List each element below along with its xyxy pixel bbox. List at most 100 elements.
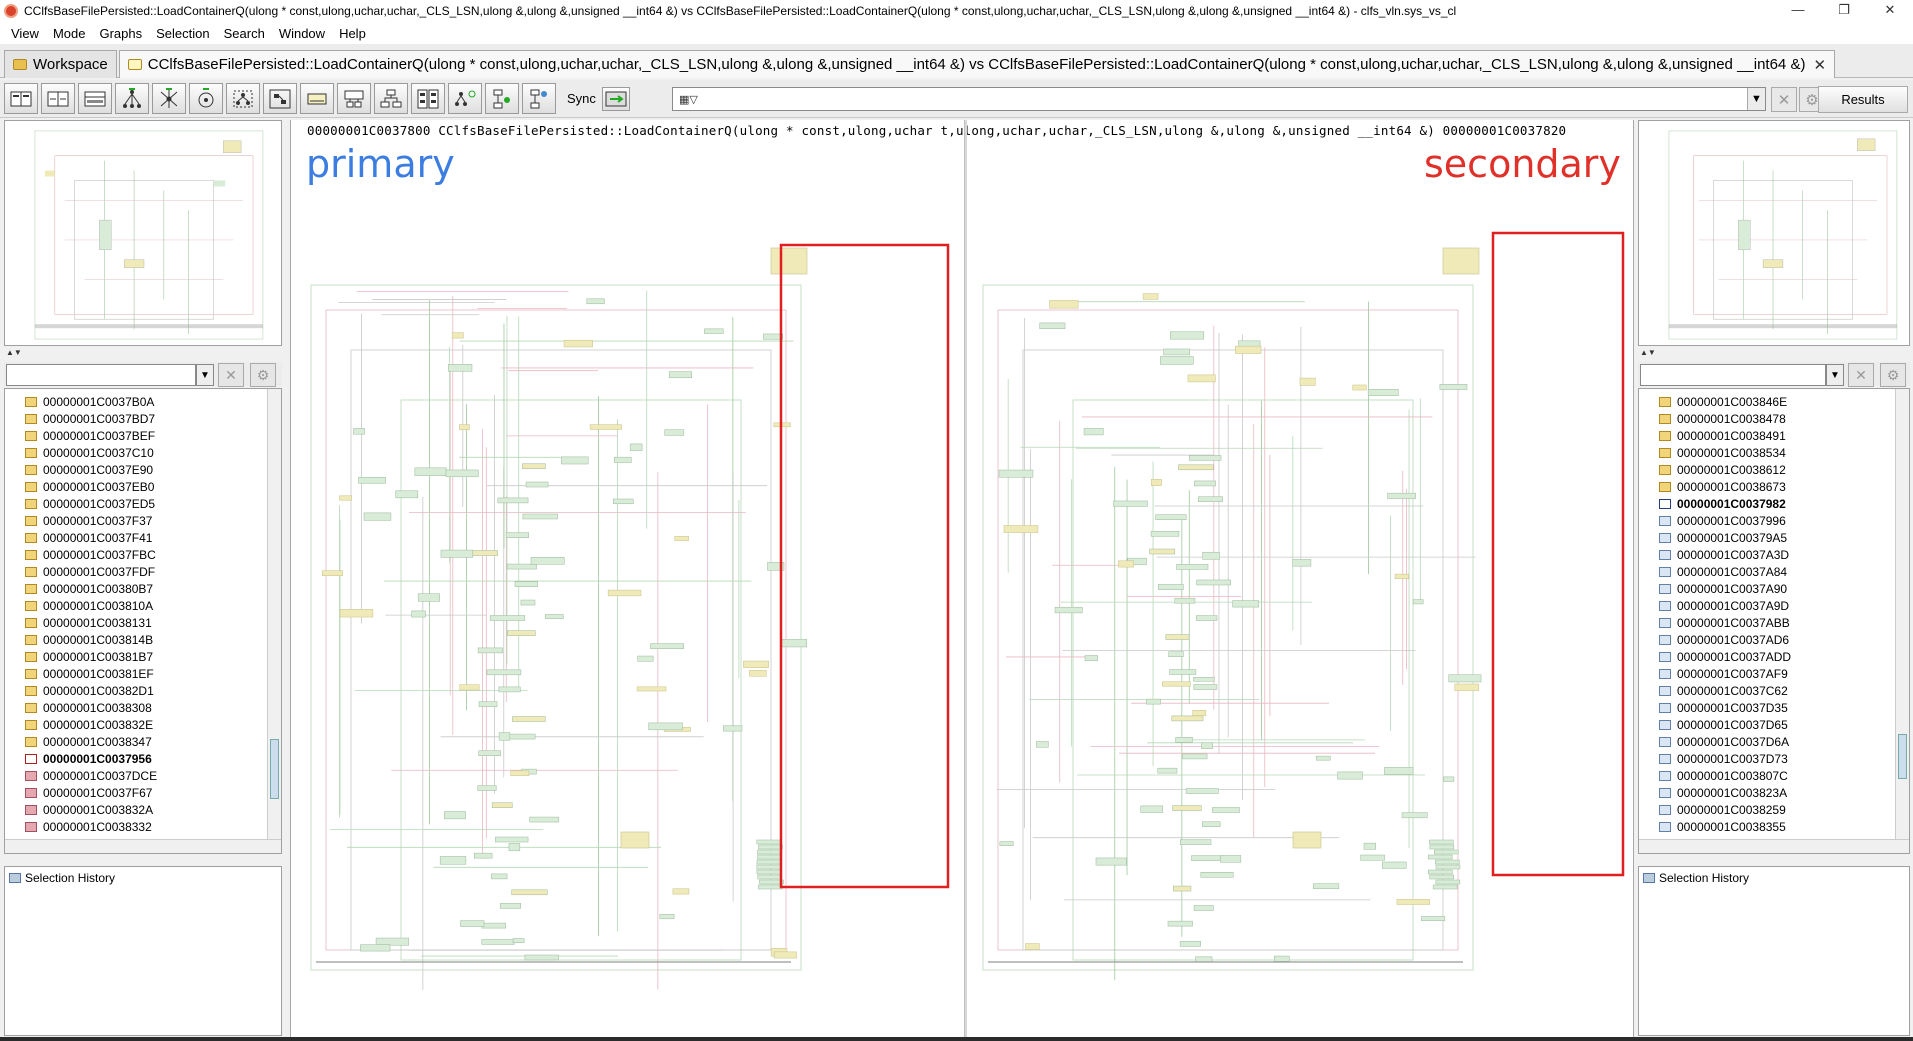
toolbar-button-12[interactable]: [411, 83, 445, 114]
filter-settings-button[interactable]: ⚙: [250, 363, 276, 387]
list-item[interactable]: 00000001C0037EB0: [5, 478, 267, 495]
list-item[interactable]: 00000001C0037B0A: [5, 393, 267, 410]
list-item[interactable]: 00000001C0038612: [1639, 461, 1895, 478]
list-item[interactable]: 00000001C0038259: [1639, 801, 1895, 818]
primary-overview-map[interactable]: [4, 120, 282, 346]
list-item[interactable]: 00000001C00381EF: [5, 665, 267, 682]
list-item[interactable]: 00000001C0037BEF: [5, 427, 267, 444]
list-item[interactable]: 00000001C003832A: [5, 801, 267, 818]
list-item[interactable]: 00000001C0038478: [1639, 410, 1895, 427]
list-item[interactable]: 00000001C0037996: [1639, 512, 1895, 529]
list-item[interactable]: 00000001C0037D35: [1639, 699, 1895, 716]
minimize-button[interactable]: —: [1775, 0, 1821, 22]
toolbar-button-13[interactable]: [448, 83, 482, 114]
list-item[interactable]: 00000001C0038491: [1639, 427, 1895, 444]
list-item[interactable]: 00000001C003814B: [5, 631, 267, 648]
toolbar-button-11[interactable]: [374, 83, 408, 114]
scroll-thumb[interactable]: [270, 739, 279, 799]
list-item[interactable]: 00000001C0038347: [5, 733, 267, 750]
secondary-horizontal-scrollbar[interactable]: [1639, 839, 1909, 853]
list-item[interactable]: 00000001C003807C: [1639, 767, 1895, 784]
list-item[interactable]: 00000001C0037BD7: [5, 410, 267, 427]
toolbar-button-3[interactable]: [78, 83, 112, 114]
list-item[interactable]: 00000001C0038534: [1639, 444, 1895, 461]
menu-help[interactable]: Help: [332, 26, 373, 41]
tab-close-icon[interactable]: ✕: [1813, 56, 1826, 74]
list-item[interactable]: 00000001C0037ABB: [1639, 614, 1895, 631]
menu-search[interactable]: Search: [217, 26, 272, 41]
toolbar-button-14[interactable]: [485, 83, 519, 114]
list-item[interactable]: 00000001C0037ED5: [5, 495, 267, 512]
list-item[interactable]: 00000001C0037FDF: [5, 563, 267, 580]
list-item[interactable]: 00000001C00380B7: [5, 580, 267, 597]
primary-horizontal-scrollbar[interactable]: [5, 839, 281, 853]
list-item[interactable]: 00000001C0038131: [5, 614, 267, 631]
toolbar-button-10[interactable]: [337, 83, 371, 114]
list-item[interactable]: 00000001C0037E90: [5, 461, 267, 478]
toolbar-button-2[interactable]: [41, 83, 75, 114]
list-item[interactable]: 00000001C003810A: [5, 597, 267, 614]
menu-view[interactable]: View: [4, 26, 46, 41]
secondary-filter-input[interactable]: [1640, 364, 1826, 386]
clear-filter-button[interactable]: ✕: [1848, 363, 1874, 387]
secondary-overview-map[interactable]: [1638, 120, 1910, 346]
chevron-down-icon[interactable]: ▼: [1826, 364, 1844, 386]
menu-graphs[interactable]: Graphs: [92, 26, 149, 41]
list-item[interactable]: 00000001C0037C10: [5, 444, 267, 461]
list-item[interactable]: 00000001C00379A5: [1639, 529, 1895, 546]
list-item[interactable]: 00000001C00381B7: [5, 648, 267, 665]
list-item[interactable]: 00000001C0038355: [1639, 818, 1895, 833]
list-item[interactable]: 00000001C0037ADD: [1639, 648, 1895, 665]
graph-canvas[interactable]: 00000001C0037800 CClfsBaseFilePersisted:…: [290, 120, 1634, 1041]
toolbar-button-7[interactable]: [226, 83, 260, 114]
list-item[interactable]: 00000001C0037C62: [1639, 682, 1895, 699]
list-item[interactable]: 00000001C003832E: [5, 716, 267, 733]
chevron-down-icon[interactable]: ▼: [196, 364, 214, 386]
list-item[interactable]: 00000001C0038673: [1639, 478, 1895, 495]
toolbar-button-6[interactable]: [189, 83, 223, 114]
close-window-button[interactable]: ✕: [1867, 0, 1913, 22]
scroll-thumb[interactable]: [1898, 734, 1907, 779]
chevron-down-icon[interactable]: ▼: [1747, 88, 1765, 110]
primary-vertical-scrollbar[interactable]: [267, 389, 281, 839]
filter-settings-button[interactable]: ⚙: [1880, 363, 1906, 387]
tab-function-compare[interactable]: CClfsBaseFilePersisted::LoadContainerQ(u…: [118, 50, 1836, 78]
search-combo[interactable]: ▦▽ ▼: [672, 87, 1766, 111]
list-item[interactable]: 00000001C0037982: [1639, 495, 1895, 512]
toolbar-button-4[interactable]: [115, 83, 149, 114]
list-item[interactable]: 00000001C0037F67: [5, 784, 267, 801]
list-item[interactable]: 00000001C0037F37: [5, 512, 267, 529]
results-button[interactable]: Results: [1818, 86, 1908, 113]
menu-mode[interactable]: Mode: [46, 26, 93, 41]
list-item[interactable]: 00000001C0038332: [5, 818, 267, 833]
clear-search-button[interactable]: ✕: [1771, 87, 1797, 112]
list-item[interactable]: 00000001C0037AD6: [1639, 631, 1895, 648]
primary-filter-input[interactable]: [6, 364, 196, 386]
list-item[interactable]: 00000001C0037A9D: [1639, 597, 1895, 614]
list-item[interactable]: 00000001C003823A: [1639, 784, 1895, 801]
menu-window[interactable]: Window: [272, 26, 332, 41]
list-item[interactable]: 00000001C0037DCE: [5, 767, 267, 784]
secondary-vertical-scrollbar[interactable]: [1895, 389, 1909, 839]
tab-workspace[interactable]: Workspace: [4, 50, 117, 78]
list-item[interactable]: 00000001C0037D73: [1639, 750, 1895, 767]
list-item[interactable]: 00000001C0037956: [5, 750, 267, 767]
list-item[interactable]: 00000001C0037A90: [1639, 580, 1895, 597]
list-item[interactable]: 00000001C0037D65: [1639, 716, 1895, 733]
splitter-arrows-left[interactable]: ▲▼: [6, 348, 22, 357]
menu-selection[interactable]: Selection: [149, 26, 216, 41]
list-item[interactable]: 00000001C0037AF9: [1639, 665, 1895, 682]
toolbar-button-8[interactable]: [263, 83, 297, 114]
list-item[interactable]: 00000001C00382D1: [5, 682, 267, 699]
toolbar-button-15[interactable]: [522, 83, 556, 114]
list-item[interactable]: 00000001C003846E: [1639, 393, 1895, 410]
list-item[interactable]: 00000001C0038308: [5, 699, 267, 716]
restore-button[interactable]: ❐: [1821, 0, 1867, 22]
sync-button[interactable]: [601, 86, 630, 111]
toolbar-button-1[interactable]: [4, 83, 38, 114]
list-item[interactable]: 00000001C0037A84: [1639, 563, 1895, 580]
splitter-arrows-right[interactable]: ▲▼: [1640, 348, 1656, 357]
list-item[interactable]: 00000001C0037FBC: [5, 546, 267, 563]
clear-filter-button[interactable]: ✕: [218, 363, 244, 387]
list-item[interactable]: 00000001C0037D6A: [1639, 733, 1895, 750]
